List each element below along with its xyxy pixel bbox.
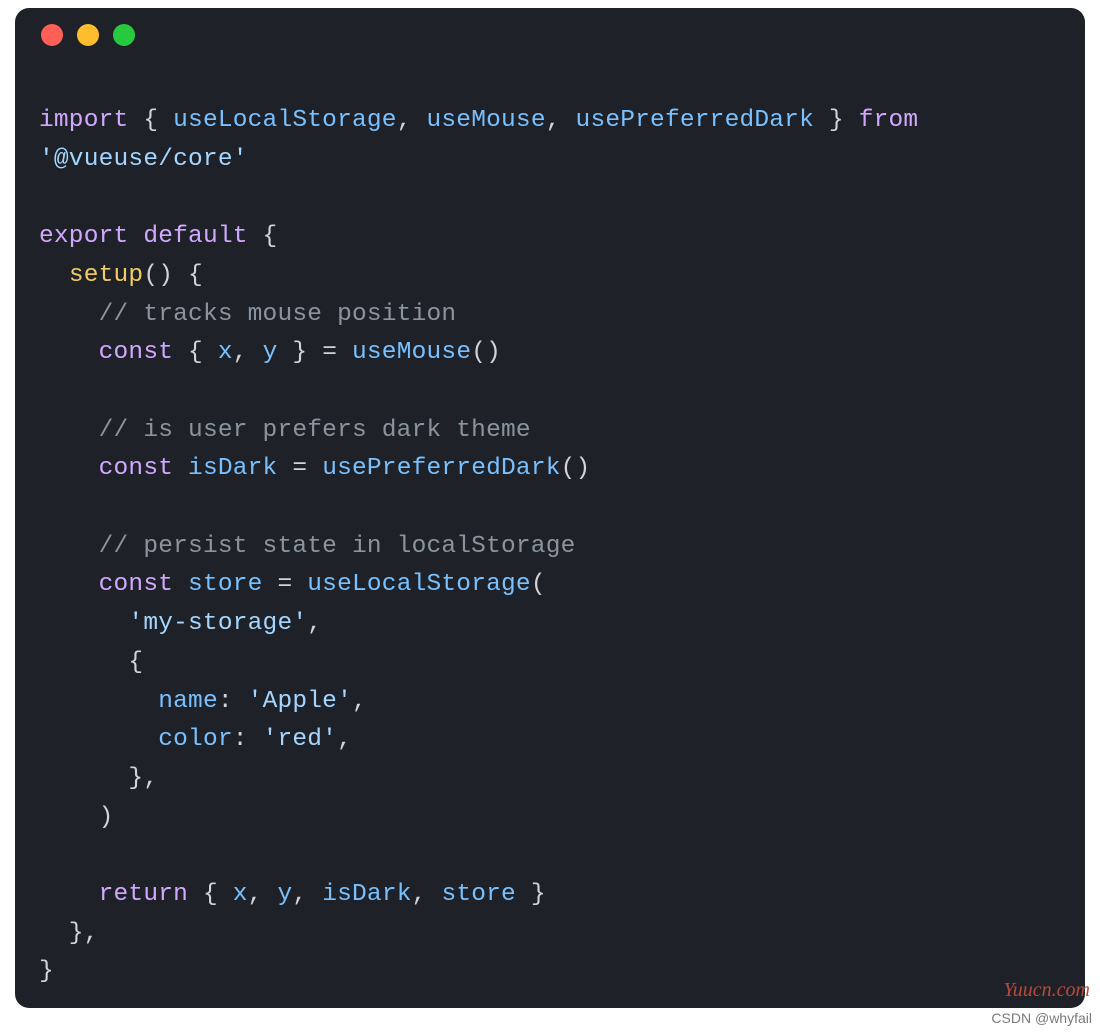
comment-mouse: // tracks mouse position bbox=[99, 301, 457, 328]
str-pkg: '@vueuse/core' bbox=[39, 146, 248, 173]
kw-const: const bbox=[99, 339, 174, 366]
id-useMouse: useMouse bbox=[427, 107, 546, 134]
ret-isDark: isDark bbox=[322, 881, 411, 908]
id-usePreferredDark: usePreferredDark bbox=[576, 107, 814, 134]
id-store: store bbox=[188, 571, 263, 598]
kw-export: export bbox=[39, 223, 128, 250]
kw-import: import bbox=[39, 107, 128, 134]
call-usePreferredDark: usePreferredDark bbox=[322, 455, 560, 482]
watermark-site: Yuucn.com bbox=[1004, 979, 1090, 1002]
prop-name: name bbox=[158, 688, 218, 715]
call-useLocalStorage: useLocalStorage bbox=[307, 571, 531, 598]
minimize-icon[interactable] bbox=[77, 24, 99, 46]
id-useLocalStorage: useLocalStorage bbox=[173, 107, 397, 134]
call-useMouse: useMouse bbox=[352, 339, 471, 366]
kw-const: const bbox=[99, 455, 174, 482]
ret-store: store bbox=[441, 881, 516, 908]
kw-return: return bbox=[99, 881, 188, 908]
prop-color: color bbox=[158, 726, 233, 753]
ret-y: y bbox=[277, 881, 292, 908]
code-window: import { useLocalStorage, useMouse, useP… bbox=[15, 8, 1085, 1008]
watermark-csdn: CSDN @whyfail bbox=[991, 1010, 1092, 1026]
str-red: 'red' bbox=[263, 726, 338, 753]
kw-default: default bbox=[143, 223, 247, 250]
ret-x: x bbox=[233, 881, 248, 908]
kw-const: const bbox=[99, 571, 174, 598]
close-icon[interactable] bbox=[41, 24, 63, 46]
str-apple: 'Apple' bbox=[248, 688, 352, 715]
id-isDark: isDark bbox=[188, 455, 277, 482]
str-storage-key: 'my-storage' bbox=[128, 610, 307, 637]
titlebar bbox=[15, 8, 1085, 62]
comment-storage: // persist state in localStorage bbox=[99, 533, 576, 560]
zoom-icon[interactable] bbox=[113, 24, 135, 46]
code-block: import { useLocalStorage, useMouse, useP… bbox=[15, 62, 1085, 1008]
id-x: x bbox=[218, 339, 233, 366]
kw-from: from bbox=[859, 107, 919, 134]
id-y: y bbox=[263, 339, 278, 366]
fn-setup: setup bbox=[69, 262, 144, 289]
comment-dark: // is user prefers dark theme bbox=[99, 417, 531, 444]
